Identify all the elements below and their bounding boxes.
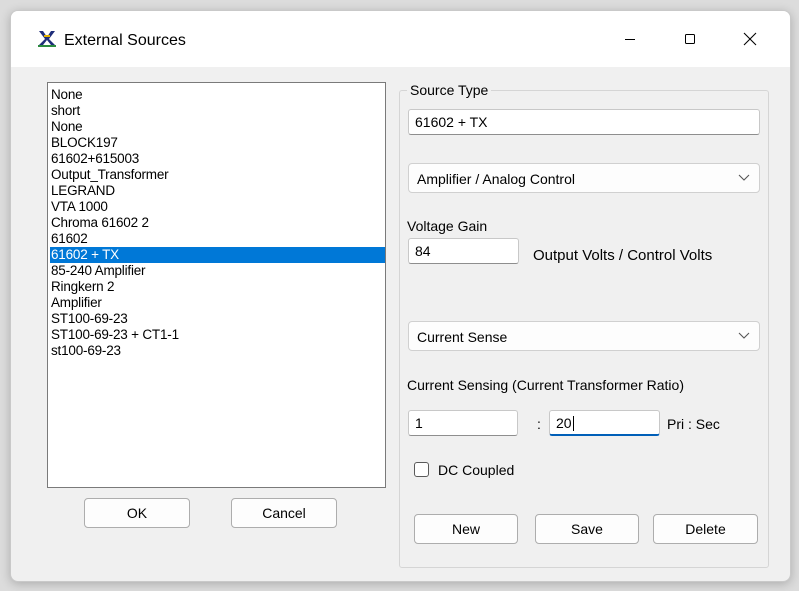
- voltage-gain-label: Voltage Gain: [407, 218, 488, 234]
- ct-units-label: Pri : Sec: [667, 416, 720, 432]
- maximize-icon: [685, 34, 695, 44]
- list-item[interactable]: Amplifier: [50, 295, 385, 311]
- source-type-dropdown[interactable]: Amplifier / Analog Control: [408, 163, 760, 193]
- chevron-down-icon: [738, 332, 750, 339]
- list-item[interactable]: None: [50, 87, 385, 103]
- list-item[interactable]: st100-69-23: [50, 343, 385, 359]
- ct-ratio-separator: :: [537, 416, 541, 432]
- ok-button[interactable]: OK: [84, 498, 190, 528]
- source-listbox[interactable]: None short None BLOCK197 61602+615003 Ou…: [47, 82, 386, 488]
- list-item[interactable]: VTA 1000: [50, 199, 385, 215]
- new-button[interactable]: New: [414, 514, 518, 544]
- delete-button[interactable]: Delete: [653, 514, 758, 544]
- list-item[interactable]: Output_Transformer: [50, 167, 385, 183]
- voltage-gain-units-label: Output Volts / Control Volts: [533, 247, 713, 264]
- source-type-group-label: Source Type: [407, 82, 492, 98]
- current-sense-dropdown-value: Current Sense: [417, 329, 508, 345]
- ct-ratio-label: Current Sensing (Current Transformer Rat…: [407, 377, 684, 393]
- ct-primary-input[interactable]: 1: [408, 410, 518, 436]
- minimize-button[interactable]: [607, 11, 653, 67]
- close-icon: [743, 32, 757, 46]
- list-item[interactable]: 85-240 Amplifier: [50, 263, 385, 279]
- source-name-input[interactable]: 61602 + TX: [408, 109, 760, 135]
- list-item[interactable]: BLOCK197: [50, 135, 385, 151]
- list-item[interactable]: ST100-69-23: [50, 311, 385, 327]
- list-item[interactable]: None: [50, 119, 385, 135]
- source-type-dropdown-value: Amplifier / Analog Control: [417, 171, 575, 187]
- title-bar[interactable]: External Sources: [11, 11, 790, 67]
- text-caret: [572, 416, 574, 431]
- list-item[interactable]: 61602: [50, 231, 385, 247]
- list-item[interactable]: 61602+615003: [50, 151, 385, 167]
- app-logo-icon: [38, 31, 56, 47]
- current-sense-dropdown[interactable]: Current Sense: [408, 321, 760, 351]
- list-item[interactable]: Ringkern 2: [50, 279, 385, 295]
- minimize-icon: [625, 39, 635, 40]
- close-button[interactable]: [727, 11, 773, 67]
- dc-coupled-checkbox[interactable]: [414, 462, 429, 477]
- ct-secondary-input[interactable]: 20: [549, 410, 660, 436]
- chevron-down-icon: [738, 174, 750, 181]
- list-item-selected[interactable]: 61602 + TX: [50, 247, 385, 263]
- ct-secondary-value: 20: [556, 415, 572, 431]
- window-title: External Sources: [64, 32, 186, 49]
- dc-coupled-label[interactable]: DC Coupled: [438, 462, 514, 478]
- list-item[interactable]: Chroma 61602 2: [50, 215, 385, 231]
- list-item[interactable]: LEGRAND: [50, 183, 385, 199]
- save-button[interactable]: Save: [535, 514, 639, 544]
- list-item[interactable]: ST100-69-23 + CT1-1: [50, 327, 385, 343]
- voltage-gain-input[interactable]: 84: [408, 238, 519, 264]
- external-sources-window: External Sources None short None BLOCK19…: [10, 10, 791, 582]
- list-item[interactable]: short: [50, 103, 385, 119]
- cancel-button[interactable]: Cancel: [231, 498, 337, 528]
- maximize-button[interactable]: [667, 11, 713, 67]
